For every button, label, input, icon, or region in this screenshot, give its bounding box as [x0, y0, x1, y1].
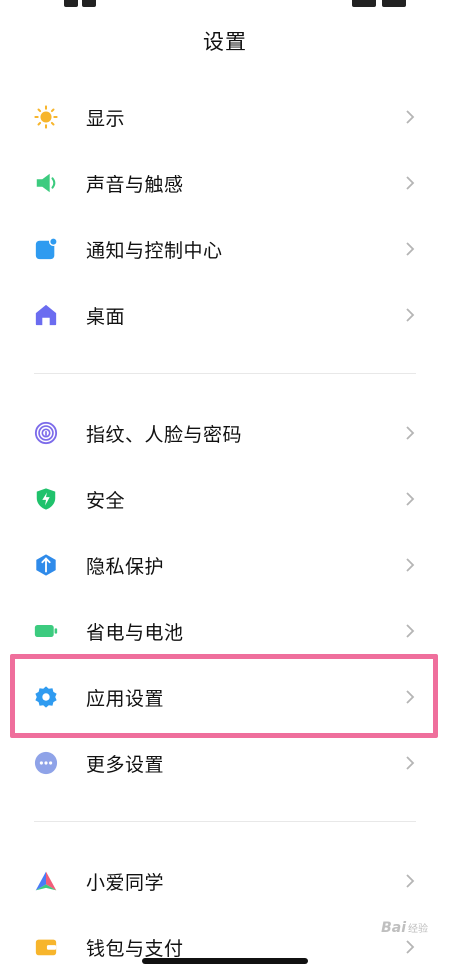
watermark: Bai 经验	[381, 920, 428, 936]
settings-item-label: 小爱同学	[86, 872, 165, 894]
page-title: 设置	[203, 30, 247, 54]
chevron-right-icon	[406, 426, 415, 440]
settings-item-fingerprint[interactable]: 指纹、人脸与密码	[0, 400, 450, 466]
chevron-right-icon	[406, 176, 415, 190]
settings-item-more[interactable]: 更多设置	[0, 730, 450, 796]
chevron-right-icon	[406, 242, 415, 256]
settings-item-label: 指纹、人脸与密码	[86, 424, 243, 446]
settings-item-desktop[interactable]: 桌面	[0, 282, 450, 348]
home-icon	[34, 303, 58, 327]
settings-group-display: 显示 声音与触感 通知与控制中心 桌面	[0, 84, 450, 348]
chevron-right-icon	[406, 756, 415, 770]
settings-item-label: 显示	[86, 108, 126, 130]
status-indicators	[346, 0, 416, 7]
privacy-icon	[34, 553, 58, 577]
chevron-right-icon	[406, 940, 415, 954]
settings-item-label: 更多设置	[86, 754, 165, 776]
chevron-right-icon	[406, 624, 415, 638]
settings-item-label: 安全	[86, 490, 126, 512]
settings-item-label: 隐私保护	[86, 556, 165, 578]
shield-icon	[34, 487, 58, 511]
watermark-text: Bai	[381, 920, 406, 936]
settings-group-services: 小爱同学 钱包与支付	[0, 848, 450, 968]
wallet-icon	[34, 935, 58, 959]
settings-item-security[interactable]: 安全	[0, 466, 450, 532]
battery-icon	[34, 619, 58, 643]
settings-item-display[interactable]: 显示	[0, 84, 450, 150]
xiaoai-icon	[34, 869, 58, 893]
fingerprint-icon	[34, 421, 58, 445]
sun-icon	[34, 105, 58, 129]
settings-item-notifications[interactable]: 通知与控制中心	[0, 216, 450, 282]
settings-item-label: 省电与电池	[86, 622, 184, 644]
settings-item-label: 声音与触感	[86, 174, 184, 196]
chevron-right-icon	[406, 110, 415, 124]
settings-item-label: 通知与控制中心	[86, 240, 223, 262]
chevron-right-icon	[406, 308, 415, 322]
settings-item-sound[interactable]: 声音与触感	[0, 150, 450, 216]
status-bar	[0, 0, 450, 7]
section-divider	[34, 373, 416, 374]
more-icon	[34, 751, 58, 775]
status-time	[64, 0, 124, 7]
highlight-box	[10, 654, 438, 738]
settings-item-xiaoai[interactable]: 小爱同学	[0, 848, 450, 914]
settings-item-privacy[interactable]: 隐私保护	[0, 532, 450, 598]
section-divider	[34, 821, 416, 822]
watermark-sub: 经验	[408, 924, 428, 935]
chevron-right-icon	[406, 874, 415, 888]
settings-item-label: 桌面	[86, 306, 126, 328]
settings-item-label: 钱包与支付	[86, 938, 184, 960]
speaker-icon	[34, 171, 58, 195]
settings-screen: 设置 显示 声音与触感 通知与控制中心 桌面 指纹、人脸与密码 安全 隐私保护 …	[0, 0, 450, 968]
chevron-right-icon	[406, 558, 415, 572]
notification-icon	[34, 237, 58, 261]
home-indicator[interactable]	[142, 958, 308, 964]
chevron-right-icon	[406, 492, 415, 506]
